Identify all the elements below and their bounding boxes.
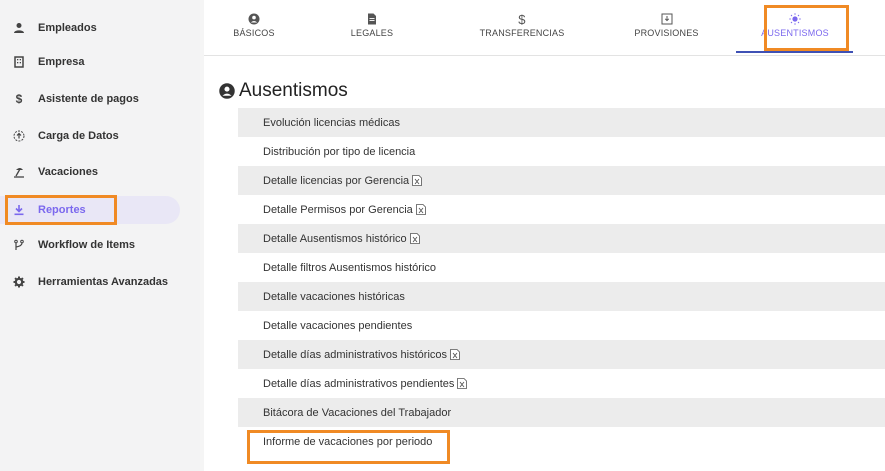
tab-provisiones[interactable]: PROVISIONES [624,10,709,50]
report-label: Detalle filtros Ausentismos histórico [263,261,437,274]
user-circle-icon [219,83,235,99]
report-row[interactable]: Distribución por tipo de licencia [238,137,885,166]
document-icon [366,10,378,28]
report-label: Detalle licencias por Gerencia [263,174,410,187]
report-label: Detalle días administrativos históricos [263,348,448,361]
page-title: Ausentismos [219,80,348,102]
sidebar-item-label: Asistente de pagos [38,93,139,105]
sidebar-item-herramientas-avanzadas[interactable]: Herramientas Avanzadas [0,268,180,296]
sidebar-item-label: Empleados [38,22,97,34]
excel-file-icon[interactable] [450,349,460,360]
excel-file-icon[interactable] [457,378,468,389]
report-row[interactable]: Detalle días administrativos históricos [238,340,885,369]
report-row[interactable]: Detalle vacaciones históricas [238,282,885,311]
tab-ausentismos[interactable]: AUSENTISMOS [761,10,829,50]
tab-legales[interactable]: LEGALES [342,10,402,50]
building-icon [0,56,38,68]
tab-basicos[interactable]: BÁSICOS [224,10,284,50]
user-icon [0,22,38,34]
report-row[interactable]: Bitácora de Vacaciones del Trabajador [238,398,885,427]
sidebar-item-label: Workflow de Items [38,239,135,251]
sidebar-item-workflow-de-items[interactable]: Workflow de Items [0,231,180,259]
sidebar-item-vacaciones[interactable]: Vacaciones [0,158,180,186]
content-panel: BÁSICOS LEGALES $ TRANSFERENCIAS PROVISI… [204,0,885,471]
user-circle-icon [248,10,260,28]
gear-icon [0,276,38,288]
sidebar-item-label: Empresa [38,56,85,68]
sun-icon [789,10,801,28]
sidebar-item-empleados[interactable]: Empleados [0,14,180,42]
sidebar-item-label: Herramientas Avanzadas [38,276,169,288]
active-tab-indicator [736,51,853,53]
main-area: BÁSICOS LEGALES $ TRANSFERENCIAS PROVISI… [200,0,885,471]
upload-circle-icon [0,130,38,142]
report-row[interactable]: Detalle días administrativos pendientes [238,369,885,398]
sidebar-item-label: Vacaciones [38,166,98,178]
report-row[interactable]: Detalle filtros Ausentismos histórico [238,253,885,282]
branch-icon [0,239,38,251]
report-label: Detalle vacaciones pendientes [263,319,413,332]
download-icon [0,204,38,216]
report-row[interactable]: Detalle licencias por Gerencia [238,166,885,195]
report-row[interactable]: Informe de vacaciones por periodo [238,427,885,456]
report-row[interactable]: Detalle Ausentismos histórico [238,224,885,253]
report-label: Detalle vacaciones históricas [263,290,405,303]
report-label: Detalle Permisos por Gerencia [263,203,413,216]
excel-file-icon[interactable] [412,175,423,186]
excel-file-icon[interactable] [415,204,426,215]
dollar-icon: $ [15,92,23,106]
report-label: Bitácora de Vacaciones del Trabajador [263,406,452,419]
sidebar-item-empresa[interactable]: Empresa [0,48,180,76]
tab-transferencias[interactable]: $ TRANSFERENCIAS [467,10,577,50]
excel-file-icon[interactable] [409,233,420,244]
sidebar-item-label: Reportes [38,204,86,216]
report-label: Evolución licencias médicas [263,116,400,129]
sidebar: Empleados Empresa $ Asistente de pagos C… [0,0,200,471]
tab-bar: BÁSICOS LEGALES $ TRANSFERENCIAS PROVISI… [204,0,885,56]
dollar-icon: $ [518,11,526,27]
sidebar-item-reportes[interactable]: Reportes [0,196,180,224]
report-label: Detalle días administrativos pendientes [263,377,455,390]
tray-download-icon [661,10,673,28]
report-label: Distribución por tipo de licencia [263,145,416,158]
report-list: Evolución licencias médicas Distribución … [238,108,885,456]
report-row[interactable]: Detalle Permisos por Gerencia [238,195,885,224]
sidebar-item-asistente-de-pagos[interactable]: $ Asistente de pagos [0,85,180,113]
beach-icon [0,166,38,178]
report-row[interactable]: Detalle vacaciones pendientes [238,311,885,340]
report-label: Detalle Ausentismos histórico [263,232,407,245]
sidebar-item-label: Carga de Datos [38,130,119,142]
report-row[interactable]: Evolución licencias médicas [238,108,885,137]
report-label: Informe de vacaciones por periodo [263,435,433,448]
sidebar-item-carga-de-datos[interactable]: Carga de Datos [0,122,180,150]
